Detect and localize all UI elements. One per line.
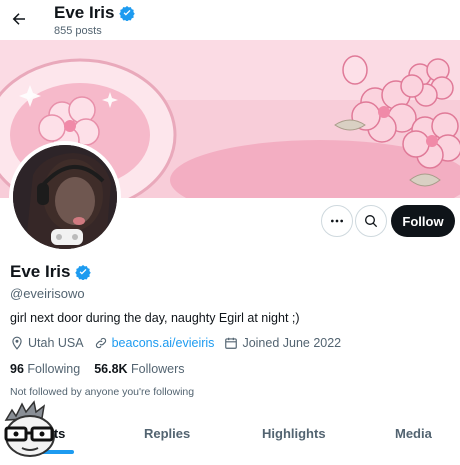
arrow-left-icon: [12, 13, 25, 25]
header-title: Eve Iris: [54, 3, 135, 23]
location-pin-icon: [12, 336, 22, 350]
posts-count: 855 posts: [54, 25, 102, 37]
website-link[interactable]: beacons.ai/evieiris: [112, 336, 215, 350]
profile-handle: @eveirisowo: [10, 286, 85, 301]
profile-avatar[interactable]: [9, 141, 121, 253]
following-label: Following: [27, 362, 81, 376]
top-bar: Eve Iris 855 posts: [0, 0, 460, 40]
following-link[interactable]: 96 Following: [10, 362, 80, 376]
cartoon-face-sticker: [0, 400, 60, 460]
tab-replies[interactable]: Replies: [144, 426, 190, 441]
joined-item: Joined June 2022: [224, 336, 341, 350]
search-icon: [365, 215, 378, 228]
profile-meta: Utah USA beacons.ai/evieiris Joined June…: [10, 336, 351, 350]
not-followed-note: Not followed by anyone you're following: [10, 386, 195, 398]
profile-bio: girl next door during the day, naughty E…: [10, 311, 300, 325]
more-horizontal-icon: [331, 219, 343, 223]
follow-button[interactable]: Follow: [391, 205, 455, 237]
profile-name-text: Eve Iris: [10, 262, 71, 281]
more-button[interactable]: [321, 205, 353, 237]
location-item: Utah USA: [10, 336, 84, 350]
joined-text: Joined June 2022: [242, 336, 342, 350]
followers-link[interactable]: 56.8K Followers: [94, 362, 184, 376]
verified-badge-icon[interactable]: [74, 264, 91, 280]
back-button[interactable]: [8, 8, 30, 30]
search-profile-button[interactable]: [355, 205, 387, 237]
tab-highlights[interactable]: Highlights: [262, 426, 326, 441]
verified-badge-icon: [118, 6, 135, 21]
website-item[interactable]: beacons.ai/evieiris: [94, 336, 215, 350]
tab-media[interactable]: Media: [395, 426, 432, 441]
avatar-photo: [13, 145, 117, 249]
followers-label: Followers: [131, 362, 185, 376]
link-icon: [95, 337, 106, 349]
follow-stats: 96 Following 56.8K Followers: [10, 362, 185, 376]
header-name: Eve Iris: [54, 3, 115, 22]
followers-count: 56.8K: [94, 362, 128, 376]
calendar-icon: [225, 337, 238, 349]
location-text: Utah USA: [28, 336, 84, 350]
profile-name: Eve Iris: [10, 262, 91, 282]
following-count: 96: [10, 362, 24, 376]
